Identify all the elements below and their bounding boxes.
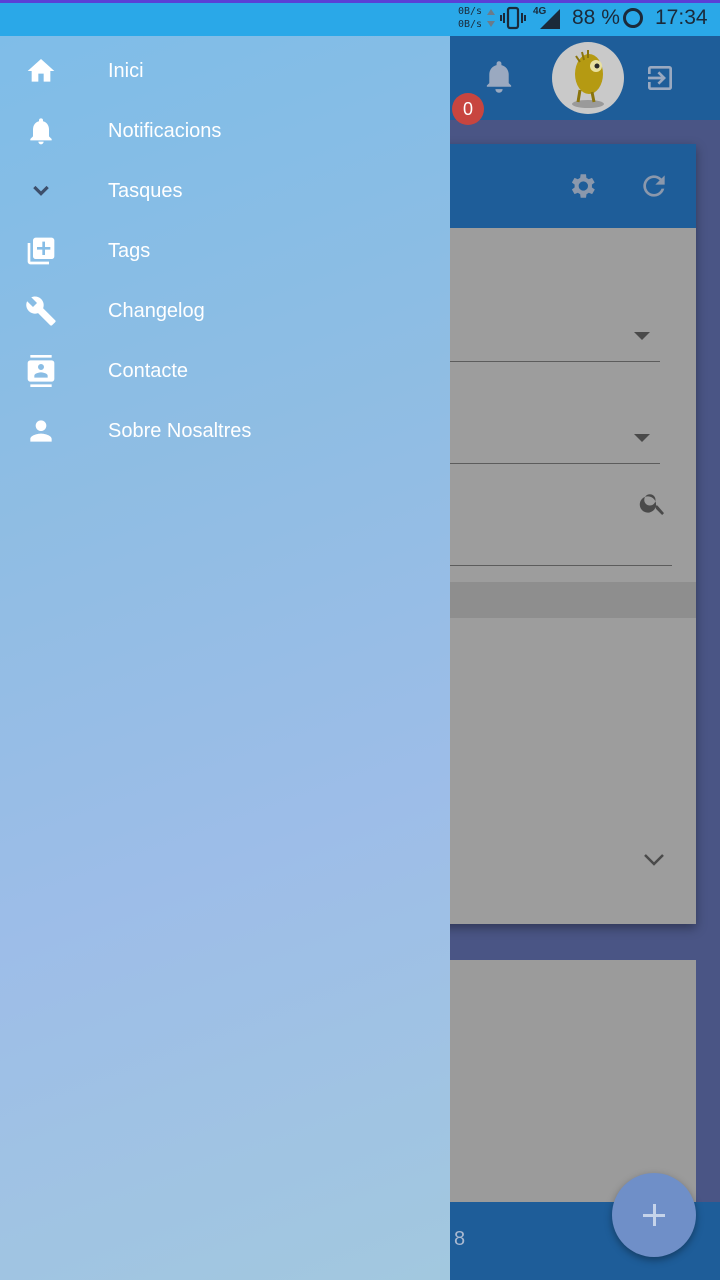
drawer-item-label: Inici [108,60,144,82]
bell-icon [30,118,52,145]
drawer-item-label: Tasques [108,180,183,202]
refresh-icon[interactable] [638,170,670,202]
drawer-item-label: Notificacions [108,120,222,142]
logout-icon[interactable] [644,62,676,94]
dropdown-1-arrow-icon[interactable] [634,332,650,340]
network-speed-up: 0B/s [458,6,483,17]
signal-icon [540,9,560,29]
home-icon [27,59,55,82]
bottom-bar-count: 8 [454,1228,466,1250]
settings-gear-icon[interactable] [566,170,598,202]
clock: 17:34 [655,6,708,29]
drawer-item-tags[interactable]: Tags [0,221,450,281]
avatar-mascot-icon [572,50,604,108]
wrench-icon [26,296,56,326]
drawer-item-notificacions[interactable]: Notificacions [0,101,450,161]
plus-icon-vertical [653,1204,656,1226]
drawer-item-tasques[interactable]: Tasques [0,161,450,221]
vibrate-icon [500,6,526,30]
drawer-item-label: Changelog [108,300,205,322]
user-avatar[interactable] [552,42,624,114]
library-add-icon [27,237,55,265]
notifications-bell-icon[interactable] [484,60,514,94]
search-icon[interactable] [638,488,668,518]
drawer-item-contacte[interactable]: Contacte [0,341,450,401]
drawer-item-changelog[interactable]: Changelog [0,281,450,341]
drawer-item-label: Contacte [108,360,189,382]
drawer-item-label: Sobre Nosaltres [108,420,252,442]
network-speed-down: 0B/s [458,19,483,30]
contact-card-icon [27,355,55,387]
person-icon [30,420,52,442]
notification-count-badge: 0 [452,93,484,125]
drawer-item-sobre-nosaltres[interactable]: Sobre Nosaltres [0,401,450,461]
chevron-down-icon [33,185,49,196]
status-bar: 0B/s 0B/s 4G 88 % 17:34 [0,0,720,36]
status-bar-accent-line [0,0,720,3]
drawer-item-label: Tags [108,240,151,262]
drawer-item-inici[interactable]: Inici [0,41,450,101]
battery-ring-icon [623,8,643,28]
expand-chevron-icon[interactable] [642,852,666,868]
navigation-drawer: Inici Notificacions Tasques Tags Changel… [0,36,450,1280]
data-activity-icon [487,9,495,27]
dropdown-2-arrow-icon[interactable] [634,434,650,442]
battery-percentage: 88 % [572,6,620,29]
network-speed: 0B/s 0B/s [458,5,482,31]
add-task-fab[interactable] [612,1173,696,1257]
